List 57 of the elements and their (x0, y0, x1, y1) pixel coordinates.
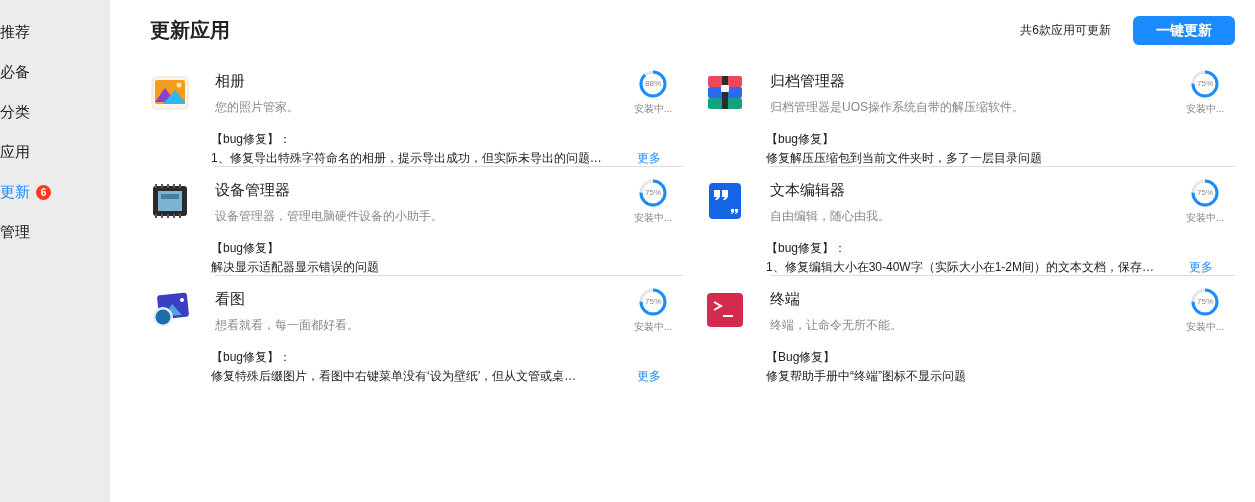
install-status: 安装中... (1185, 211, 1225, 225)
sidebar-item[interactable]: 更新 6 (0, 180, 110, 204)
install-status: 安装中... (633, 211, 673, 225)
sidebar-item[interactable]: 推荐 (0, 20, 110, 44)
app-name: 文本编辑器 (770, 180, 846, 200)
app-description: 设备管理器，管理电脑硬件设备的小助手。 (215, 208, 444, 225)
changelog-heading: 【bug修复】： (211, 349, 293, 366)
progress-percent: 75% (645, 189, 661, 197)
changelog-text: 修复帮助手册中“终端”图标不显示问题 (766, 368, 966, 385)
progress-ring (639, 179, 667, 207)
more-link[interactable]: 更多 (1189, 258, 1213, 276)
progress-ring (639, 288, 667, 316)
progress-percent: 75% (1197, 80, 1213, 88)
changelog-heading: 【Bug修复】 (766, 349, 837, 366)
chip-icon (150, 181, 190, 221)
terminal-icon (705, 290, 745, 330)
app-name: 设备管理器 (215, 180, 291, 200)
changelog-text: 解决显示适配器显示错误的问题 (211, 259, 379, 276)
changelog-text: 1、修复导出特殊字符命名的相册，提示导出成功，但实际未导出的问题… (211, 150, 602, 167)
sidebar-item[interactable]: 管理 (0, 220, 110, 244)
app-description: 终端，让命令无所不能。 (770, 317, 903, 334)
sidebar-item[interactable]: 应用 (0, 140, 110, 164)
image-viewer-icon (150, 290, 190, 330)
sidebar-item[interactable]: 分类 (0, 100, 110, 124)
app-description: 自由编辑，随心由我。 (770, 208, 891, 225)
changelog-heading: 【bug修复】 (766, 131, 836, 148)
progress-percent: 75% (1197, 298, 1213, 306)
install-status: 安装中... (1185, 320, 1225, 334)
app-description: 您的照片管家。 (215, 99, 300, 116)
changelog-text: 修复解压压缩包到当前文件夹时，多了一层目录问题 (766, 150, 1042, 167)
app-name: 终端 (770, 289, 801, 309)
app-name: 看图 (215, 289, 246, 309)
more-link[interactable]: 更多 (637, 149, 661, 167)
progress-ring (639, 70, 667, 98)
changelog-text: 修复特殊后缀图片，看图中右键菜单没有‘设为壁纸’，但从文管或桌… (211, 368, 577, 385)
progress-percent: 75% (1197, 189, 1213, 197)
app-name: 相册 (215, 71, 246, 91)
count-badge: 6 (36, 184, 51, 200)
install-status: 安装中... (633, 102, 673, 116)
progress-ring (1191, 179, 1219, 207)
install-status: 安装中... (1185, 102, 1225, 116)
install-status: 安装中... (633, 320, 673, 334)
page-title: 更新应用 (150, 18, 230, 43)
progress-percent: 88% (645, 80, 661, 88)
more-link[interactable]: 更多 (637, 367, 661, 385)
progress-ring (1191, 70, 1219, 98)
changelog-text: 1、修复编辑大小在30-40W字（实际大小在1-2M间）的文本文档，保存… (766, 259, 1155, 276)
app-name: 归档管理器 (770, 71, 846, 91)
changelog-heading: 【bug修复】： (211, 131, 293, 148)
progress-ring (1191, 288, 1219, 316)
changelog-heading: 【bug修复】 (211, 240, 281, 257)
update-count: 共6款应用可更新 (1020, 22, 1111, 39)
progress-percent: 75% (645, 298, 661, 306)
app-description: 归档管理器是UOS操作系统自带的解压缩软件。 (770, 99, 1025, 116)
changelog-heading: 【bug修复】： (766, 240, 848, 257)
sidebar-item[interactable]: 必备 (0, 60, 110, 84)
app-description: 想看就看，每一面都好看。 (215, 317, 360, 334)
